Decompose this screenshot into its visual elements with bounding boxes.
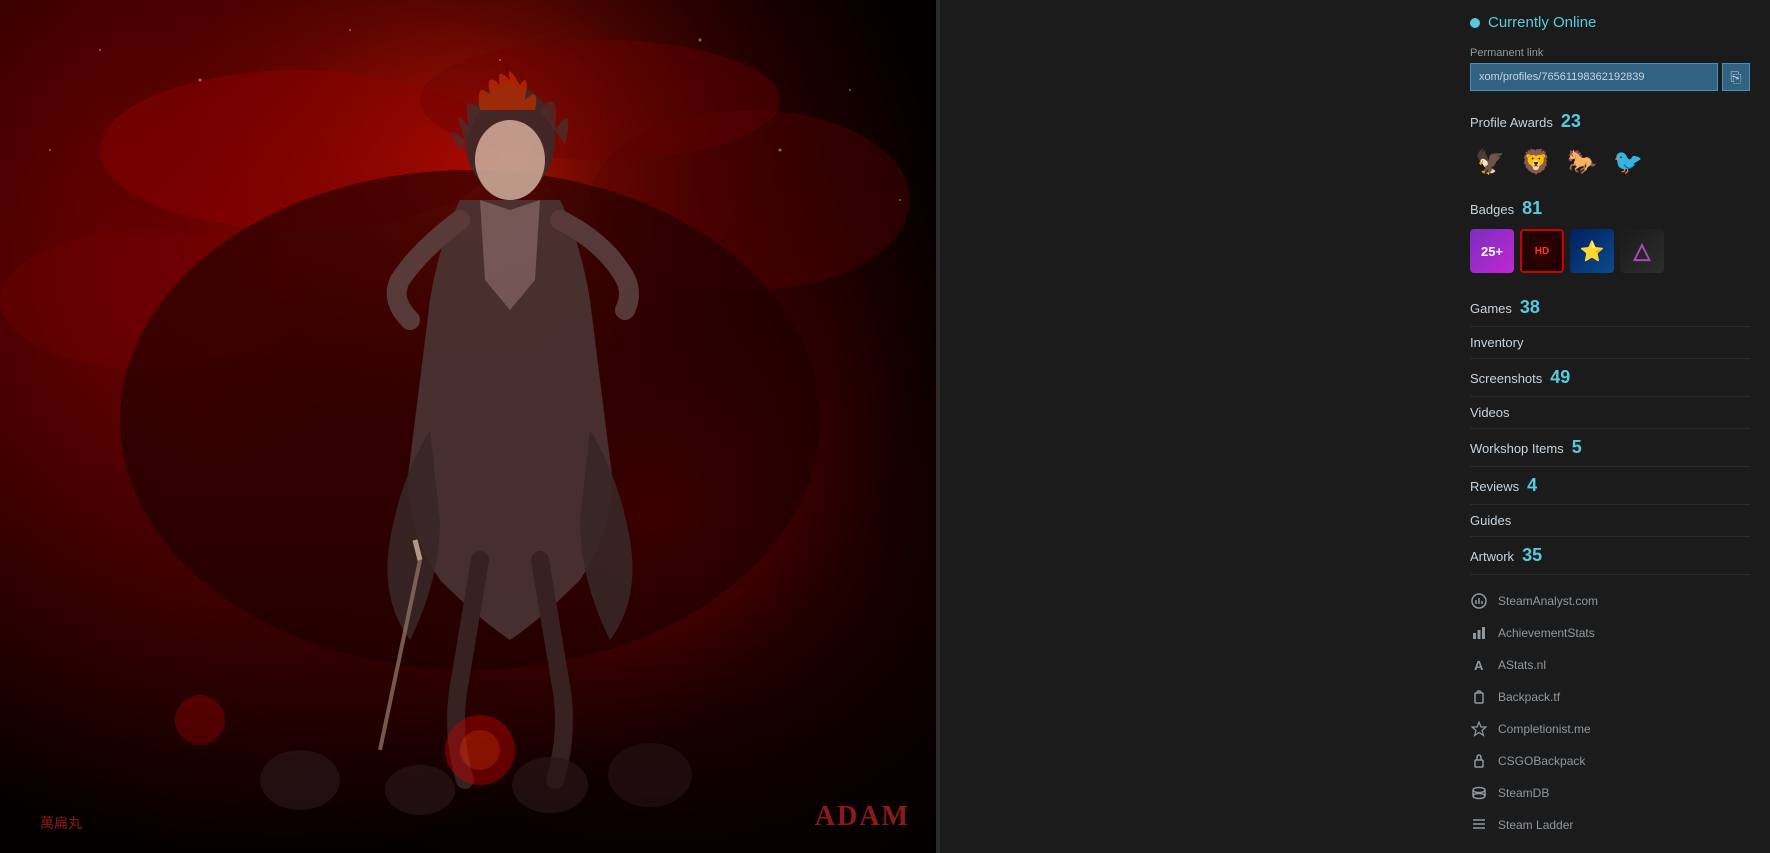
ext-link-csgo-backpack[interactable]: CSGOBackpack bbox=[1470, 745, 1750, 777]
award-icon-1[interactable]: 🦅 bbox=[1470, 142, 1510, 182]
completionist-icon bbox=[1470, 720, 1488, 738]
badge-25plus[interactable]: 25+ bbox=[1470, 229, 1514, 273]
award-icon-2[interactable]: 🦁 bbox=[1516, 142, 1556, 182]
ext-link-backpack-tf[interactable]: Backpack.tf bbox=[1470, 681, 1750, 713]
kanji-watermark: 萬扁丸 bbox=[40, 813, 82, 833]
award-icon-4[interactable]: 🐦 bbox=[1608, 142, 1648, 182]
csgo-backpack-icon bbox=[1470, 752, 1488, 770]
astats-label: AStats.nl bbox=[1498, 658, 1546, 672]
frame-border-right bbox=[936, 0, 940, 853]
nav-item-videos[interactable]: Videos bbox=[1470, 397, 1750, 429]
nav-label-workshop-items: Workshop Items bbox=[1470, 441, 1564, 456]
artwork-panel: 萬扁丸 ADAM bbox=[0, 0, 940, 853]
ext-link-completionist[interactable]: Completionist.me bbox=[1470, 713, 1750, 745]
status-text: Currently Online bbox=[1488, 14, 1596, 31]
badges-label: Badges bbox=[1470, 202, 1514, 217]
status-bar: Currently Online bbox=[1470, 10, 1750, 31]
steam-ladder-icon bbox=[1470, 816, 1488, 834]
backpack-tf-icon bbox=[1470, 688, 1488, 706]
nav-label-reviews: Reviews bbox=[1470, 479, 1519, 494]
nav-item-inventory[interactable]: Inventory bbox=[1470, 327, 1750, 359]
nav-item-reviews[interactable]: Reviews 4 bbox=[1470, 467, 1750, 505]
anime-artwork bbox=[0, 0, 940, 853]
nav-label-games: Games bbox=[1470, 301, 1512, 316]
nav-item-guides[interactable]: Guides bbox=[1470, 505, 1750, 537]
award-icon-3[interactable]: 🐎 bbox=[1562, 142, 1602, 182]
ext-link-steam-ladder[interactable]: Steam Ladder bbox=[1470, 809, 1750, 841]
permanent-link-input[interactable] bbox=[1470, 63, 1718, 91]
badges-row: 25+ HD ⭐ △ bbox=[1470, 229, 1750, 273]
nav-label-artwork: Artwork bbox=[1470, 549, 1514, 564]
nav-count-artwork: 35 bbox=[1522, 545, 1542, 566]
nav-item-artwork[interactable]: Artwork 35 bbox=[1470, 537, 1750, 575]
online-dot bbox=[1470, 18, 1480, 28]
astats-icon: A bbox=[1470, 656, 1488, 674]
nav-count-reviews: 4 bbox=[1527, 475, 1537, 496]
permanent-link-section: Permanent link ⎘ bbox=[1470, 47, 1750, 91]
ext-link-steamdb[interactable]: SteamDB bbox=[1470, 777, 1750, 809]
badges-count: 81 bbox=[1522, 198, 1542, 219]
profile-awards-label: Profile Awards bbox=[1470, 115, 1553, 130]
nav-items-list: Games 38 Inventory Screenshots 49 Videos… bbox=[1470, 289, 1750, 575]
nav-item-workshop-items[interactable]: Workshop Items 5 bbox=[1470, 429, 1750, 467]
achievement-stats-label: AchievementStats bbox=[1498, 626, 1595, 640]
awards-row: 🦅 🦁 🐎 🐦 bbox=[1470, 142, 1750, 182]
steam-analyst-label: SteamAnalyst.com bbox=[1498, 594, 1598, 608]
ext-link-achievement-stats[interactable]: AchievementStats bbox=[1470, 617, 1750, 649]
profile-awards-count: 23 bbox=[1561, 111, 1581, 132]
steamdb-icon bbox=[1470, 784, 1488, 802]
badge-triangle[interactable]: △ bbox=[1620, 229, 1664, 273]
ext-link-steam-analyst[interactable]: SteamAnalyst.com bbox=[1470, 585, 1750, 617]
copy-link-button[interactable]: ⎘ bbox=[1722, 63, 1750, 91]
svg-text:A: A bbox=[1474, 658, 1484, 673]
completionist-label: Completionist.me bbox=[1498, 722, 1591, 736]
csgo-backpack-label: CSGOBackpack bbox=[1498, 754, 1585, 768]
steam-ladder-label: Steam Ladder bbox=[1498, 818, 1573, 832]
badge-hd[interactable]: HD bbox=[1520, 229, 1564, 273]
nav-count-workshop-items: 5 bbox=[1572, 437, 1582, 458]
nav-count-games: 38 bbox=[1520, 297, 1540, 318]
permanent-link-label: Permanent link bbox=[1470, 47, 1750, 59]
sidebar-panel: Currently Online Permanent link ⎘ Profil… bbox=[940, 0, 1770, 853]
nav-item-games[interactable]: Games 38 bbox=[1470, 289, 1750, 327]
profile-awards-header: Profile Awards 23 bbox=[1470, 111, 1750, 132]
ext-link-astats[interactable]: A AStats.nl bbox=[1470, 649, 1750, 681]
ext-links-section: SteamAnalyst.com AchievementStats A bbox=[1470, 585, 1750, 841]
nav-label-screenshots: Screenshots bbox=[1470, 371, 1542, 386]
backpack-tf-label: Backpack.tf bbox=[1498, 690, 1560, 704]
nav-label-videos: Videos bbox=[1470, 405, 1510, 420]
nav-label-inventory: Inventory bbox=[1470, 335, 1523, 350]
badges-header: Badges 81 bbox=[1470, 198, 1750, 219]
nav-label-guides: Guides bbox=[1470, 513, 1511, 528]
achievement-stats-icon bbox=[1470, 624, 1488, 642]
nav-item-screenshots[interactable]: Screenshots 49 bbox=[1470, 359, 1750, 397]
badge-star[interactable]: ⭐ bbox=[1570, 229, 1614, 273]
steam-analyst-icon bbox=[1470, 592, 1488, 610]
steamdb-label: SteamDB bbox=[1498, 786, 1549, 800]
name-watermark: ADAM bbox=[815, 801, 910, 833]
nav-count-screenshots: 49 bbox=[1550, 367, 1570, 388]
permanent-link-row: ⎘ bbox=[1470, 63, 1750, 91]
